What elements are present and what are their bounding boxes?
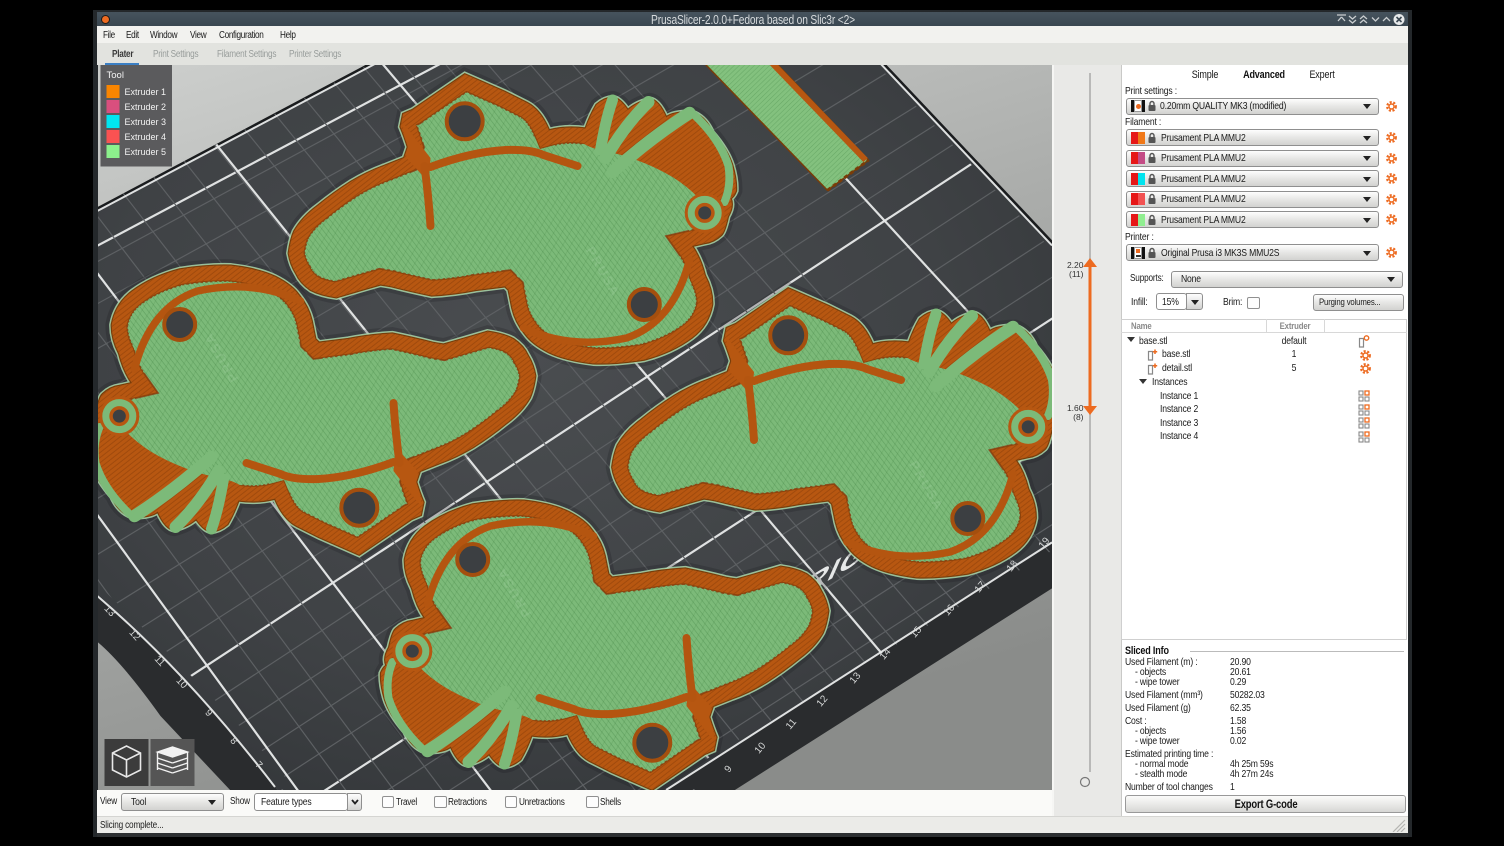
svg-text:(11): (11) [1069, 269, 1084, 279]
svg-text:Tool: Tool [106, 70, 123, 81]
svg-text:(8): (8) [1073, 412, 1084, 422]
svg-text:Extruder 1: Extruder 1 [124, 87, 166, 97]
svg-text:Extruder 4: Extruder 4 [124, 132, 166, 142]
svg-text:Extruder 5: Extruder 5 [124, 147, 166, 157]
svg-text:Extruder 3: Extruder 3 [124, 117, 166, 127]
svg-text:Extruder 2: Extruder 2 [124, 102, 166, 112]
